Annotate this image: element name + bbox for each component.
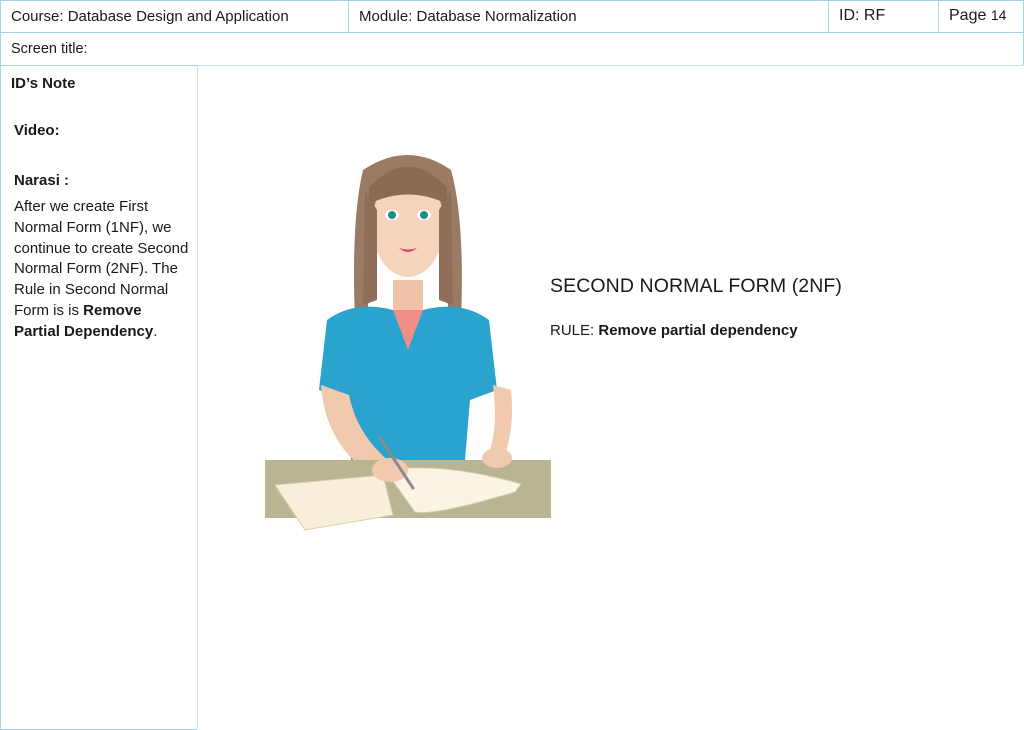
page-number: 14: [990, 7, 1007, 23]
video-label: Video:: [14, 122, 60, 139]
woman-writing-at-desk-illustration: [265, 155, 551, 531]
screen-title-row: Screen title:: [0, 32, 1024, 66]
id-cell: ID: RF: [828, 0, 939, 33]
rule-label: RULE:: [550, 322, 599, 339]
narration-label: Narasi :: [14, 172, 70, 189]
course-cell: Course: Database Design and Application: [0, 0, 349, 33]
page-label: Page 14: [949, 7, 1006, 25]
course-label: Course: Database Design and Application: [11, 8, 289, 25]
screen-title-label: Screen title:: [11, 41, 88, 57]
module-label: Module: Database Normalization: [359, 8, 577, 25]
notes-heading: ID’s Note: [11, 75, 76, 92]
narration-body: After we create First Normal Form (1NF),…: [14, 198, 189, 319]
rule-line: RULE: Remove partial dependency: [550, 322, 798, 339]
page-cell: Page 14: [938, 0, 1024, 33]
slide-title: SECOND NORMAL FORM (2NF): [550, 275, 843, 297]
notes-sidebar: [0, 65, 198, 730]
id-label: ID: RF: [839, 7, 886, 24]
module-cell: Module: Database Normalization: [348, 0, 829, 33]
page-word: Page: [949, 7, 987, 24]
rule-text: Remove partial dependency: [598, 322, 798, 339]
narration-text: After we create First Normal Form (1NF),…: [14, 197, 189, 343]
narration-end: .: [153, 322, 158, 340]
